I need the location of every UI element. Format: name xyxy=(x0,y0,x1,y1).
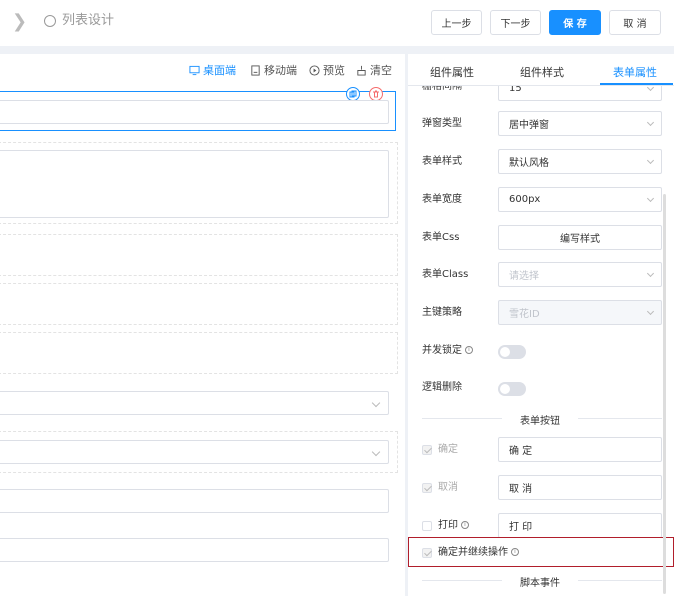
cancel-checkbox-label: 取消 xyxy=(438,482,458,493)
tab-border xyxy=(408,85,674,86)
pk-strategy-value: 雪花ID xyxy=(509,309,540,320)
form-buttons-heading: 表单按钮 xyxy=(520,416,560,427)
select-field[interactable] xyxy=(0,391,389,415)
page-title: 列表设计 xyxy=(62,13,115,28)
design-canvas[interactable]: 桌面端 移动端 预览 清空 xyxy=(0,54,405,596)
form-class-placeholder: 请选择 xyxy=(509,271,539,282)
play-circle-icon xyxy=(309,64,320,76)
cancel-button[interactable]: 取 消 xyxy=(609,10,661,35)
next-step-button[interactable]: 下一步 xyxy=(490,10,541,35)
input-field[interactable] xyxy=(0,489,389,513)
logical-delete-toggle[interactable] xyxy=(498,382,526,396)
section-divider xyxy=(578,418,662,419)
form-class-select[interactable]: 请选择 xyxy=(498,262,662,287)
form-item-zone xyxy=(0,332,398,374)
cancel-text-value: 取 消 xyxy=(509,484,533,495)
broom-icon xyxy=(357,65,366,76)
edit-style-button[interactable]: 编写样式 xyxy=(498,225,662,250)
form-width-value: 600px xyxy=(509,194,541,205)
print-checkbox-label: 打印 i xyxy=(438,519,469,533)
print-text-value: 打 印 xyxy=(509,522,533,533)
prev-step-button[interactable]: 上一步 xyxy=(431,10,482,35)
grid-gutter-label: 栅格间隔 xyxy=(422,81,462,92)
form-style-select[interactable]: 默认风格 xyxy=(498,149,662,174)
form-css-label: 表单Css xyxy=(422,232,460,243)
form-width-select[interactable]: 600px xyxy=(498,187,662,212)
save-button[interactable]: 保 存 xyxy=(549,10,601,35)
tab-form-props[interactable]: 表单属性 xyxy=(613,64,657,80)
mobile-view-label: 移动端 xyxy=(264,64,297,77)
form-style-label: 表单样式 xyxy=(422,156,462,167)
chevron-down-icon xyxy=(646,118,655,127)
monitor-icon xyxy=(189,65,200,75)
mobile-icon xyxy=(251,64,260,76)
properties-panel: 组件属性 组件样式 表单属性 栅格间隔 15 弹窗类型 居中弹窗 表单样式 默认… xyxy=(408,54,674,596)
form-field-input[interactable] xyxy=(0,100,389,124)
cancel-checkbox[interactable] xyxy=(422,483,432,493)
logical-delete-label: 逻辑删除 xyxy=(422,382,462,393)
chevron-right-icon[interactable]: ❯ xyxy=(12,12,27,32)
popup-type-value: 居中弹窗 xyxy=(509,120,549,131)
header-divider xyxy=(0,46,674,54)
form-width-label: 表单宽度 xyxy=(422,194,462,205)
concurrency-lock-label: 并发锁定 i xyxy=(422,344,473,358)
pk-strategy-label: 主键策略 xyxy=(422,307,462,318)
cancel-text-input[interactable]: 取 消 xyxy=(498,475,662,500)
form-class-label: 表单Class xyxy=(422,269,469,280)
pk-strategy-select: 雪花ID xyxy=(498,300,662,325)
chevron-down-icon xyxy=(646,156,655,165)
desktop-view-label: 桌面端 xyxy=(203,64,236,77)
mobile-view-button[interactable]: 移动端 xyxy=(250,62,297,78)
confirm-text-value: 确 定 xyxy=(509,446,533,457)
chevron-down-icon xyxy=(646,194,655,203)
highlight-box xyxy=(408,537,674,567)
tab-component-props[interactable]: 组件属性 xyxy=(430,64,474,80)
section-divider xyxy=(578,580,662,581)
popup-type-label: 弹窗类型 xyxy=(422,118,462,129)
clear-button[interactable]: 清空 xyxy=(356,62,392,78)
preview-button[interactable]: 预览 xyxy=(309,62,345,78)
print-checkbox[interactable] xyxy=(422,521,432,531)
form-item-zone xyxy=(0,283,398,325)
script-events-heading: 脚本事件 xyxy=(520,578,560,589)
select-field[interactable] xyxy=(0,440,389,464)
delete-icon[interactable] xyxy=(369,87,383,101)
chevron-down-icon xyxy=(646,269,655,278)
info-icon: i xyxy=(465,346,473,354)
form-item-zone xyxy=(0,234,398,276)
copy-icon[interactable] xyxy=(346,87,360,101)
desktop-view-button[interactable]: 桌面端 xyxy=(189,62,236,78)
circle-icon xyxy=(44,15,56,27)
confirm-checkbox-label: 确定 xyxy=(438,444,458,455)
popup-type-select[interactable]: 居中弹窗 xyxy=(498,111,662,136)
textarea-field[interactable] xyxy=(0,150,389,218)
confirm-text-input[interactable]: 确 定 xyxy=(498,437,662,462)
top-bar: ❯ 列表设计 上一步 下一步 保 存 取 消 xyxy=(0,0,674,46)
panel-scrollbar[interactable] xyxy=(663,194,666,594)
form-style-value: 默认风格 xyxy=(509,158,549,169)
clear-label: 清空 xyxy=(370,64,392,77)
input-field[interactable] xyxy=(0,538,389,562)
section-divider xyxy=(422,580,502,581)
info-icon: i xyxy=(461,521,469,529)
section-divider xyxy=(422,418,502,419)
preview-label: 预览 xyxy=(323,64,345,77)
tab-component-style[interactable]: 组件样式 xyxy=(520,64,564,80)
concurrency-lock-toggle[interactable] xyxy=(498,345,526,359)
print-text-input[interactable]: 打 印 xyxy=(498,513,662,538)
chevron-down-icon xyxy=(646,307,655,316)
confirm-checkbox[interactable] xyxy=(422,445,432,455)
